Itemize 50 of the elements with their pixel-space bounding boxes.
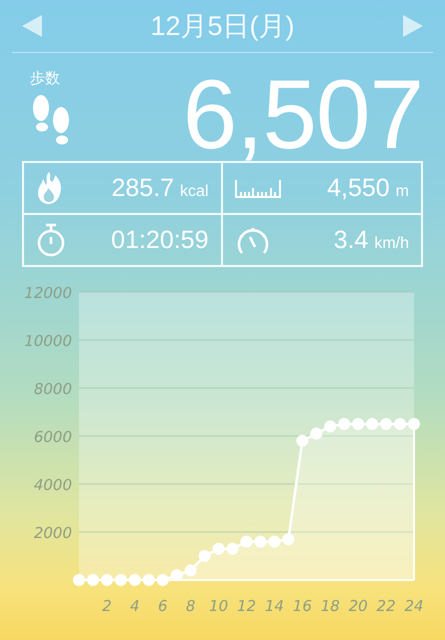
stat-value: 01:20:59 — [111, 226, 208, 254]
data-point — [296, 434, 308, 447]
x-axis-label: 18 — [320, 597, 340, 615]
data-point — [394, 418, 406, 430]
data-point — [338, 418, 350, 430]
y-axis-label: 10000 — [24, 332, 72, 350]
x-axis-label: 6 — [158, 597, 168, 615]
data-point — [380, 418, 392, 430]
y-axis-label: 12000 — [24, 284, 72, 302]
x-axis-label: 20 — [348, 597, 368, 615]
data-point — [366, 418, 378, 430]
y-axis-label: 6000 — [34, 428, 72, 446]
x-axis-label: 22 — [376, 597, 396, 615]
stat-unit: m — [396, 182, 409, 200]
stat-unit: kcal — [180, 182, 208, 200]
data-point — [184, 564, 197, 576]
data-point — [226, 542, 239, 555]
x-axis-label: 16 — [292, 597, 312, 615]
steps-label: 歩数 — [30, 69, 61, 88]
right-triangle-icon — [403, 15, 423, 37]
x-axis-label: 4 — [130, 597, 140, 615]
step-count: 6,507 — [182, 65, 423, 163]
stat-value: 4,550 — [327, 174, 390, 202]
gauge-icon — [234, 225, 270, 255]
data-point — [352, 418, 364, 430]
data-point — [324, 420, 336, 432]
ruler-icon — [234, 178, 280, 198]
date-title: 12月5日(月) — [150, 10, 295, 43]
flame-icon — [36, 171, 62, 205]
data-point — [254, 536, 266, 548]
stat-value: 285.7 — [111, 174, 174, 202]
data-point — [310, 428, 322, 440]
left-triangle-icon — [22, 15, 42, 37]
y-axis-label: 2000 — [34, 524, 72, 542]
y-axis-label: 8000 — [34, 380, 72, 398]
stopwatch-icon — [36, 223, 66, 257]
data-point — [240, 536, 252, 548]
stat-unit: km/h — [374, 234, 409, 252]
x-axis-label: 12 — [236, 597, 256, 615]
data-point — [212, 542, 225, 555]
x-axis-label: 8 — [186, 597, 196, 615]
x-axis-label: 2 — [102, 597, 112, 615]
x-axis-label: 24 — [404, 597, 424, 615]
stat-value: 3.4 — [334, 226, 368, 254]
data-point — [268, 536, 280, 548]
y-axis-label: 4000 — [34, 476, 72, 494]
data-point — [282, 533, 294, 546]
data-point — [198, 550, 211, 562]
x-axis-label: 14 — [264, 597, 284, 615]
x-axis-label: 10 — [209, 597, 228, 615]
